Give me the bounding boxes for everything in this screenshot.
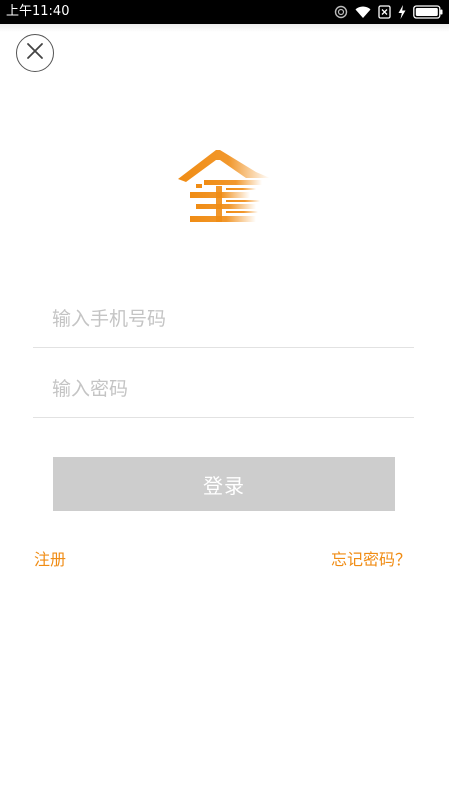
charging-icon xyxy=(398,5,406,19)
password-field xyxy=(33,362,414,418)
login-screen: 上午11:40 输入手机号码 登录 注册 忘记密码？ xyxy=(0,0,449,800)
login-button[interactable]: 登录 xyxy=(53,457,395,511)
alarm-icon xyxy=(334,5,348,19)
status-time: 上午11:40 xyxy=(6,4,70,19)
close-icon xyxy=(26,42,44,64)
status-icons xyxy=(334,3,443,21)
house-logo-icon xyxy=(176,146,272,226)
password-input[interactable] xyxy=(52,362,392,416)
close-button[interactable] xyxy=(16,34,54,72)
status-bar: 上午11:40 xyxy=(0,0,449,24)
phone-input[interactable] xyxy=(52,292,392,346)
no-sim-icon xyxy=(378,5,391,19)
battery-icon xyxy=(413,5,443,19)
phone-field xyxy=(33,292,414,348)
wifi-icon xyxy=(355,6,371,19)
forgot-password-link[interactable]: 忘记密码？ xyxy=(331,549,411,571)
register-link[interactable]: 注册 xyxy=(34,549,66,571)
status-bar-shadow xyxy=(0,24,449,32)
